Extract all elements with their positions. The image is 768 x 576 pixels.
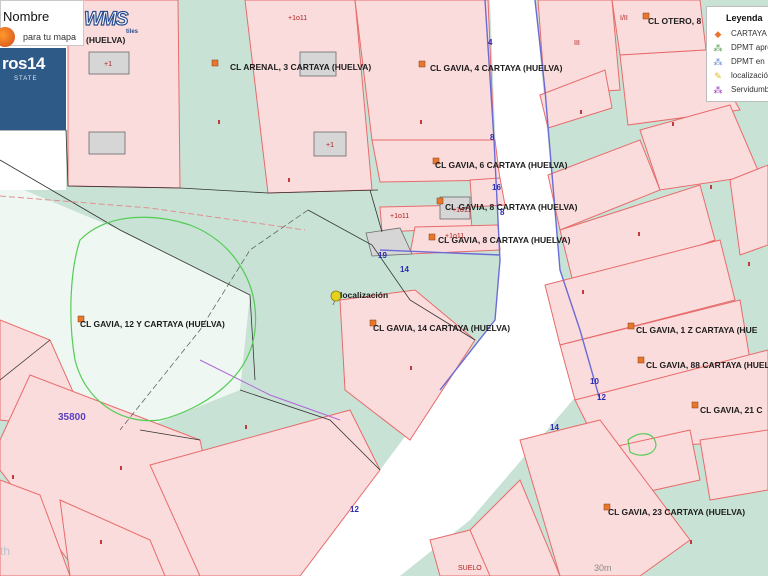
unit-code: III — [574, 40, 580, 47]
legend-item-dpmt-approved[interactable]: ⁂ DPMT apro — [713, 43, 768, 55]
legend-item-cartaya[interactable]: ◆ CARTAYA — [713, 29, 768, 41]
legend-title: Leyenda — [726, 13, 763, 23]
dpmt-approved-icon: ⁂ — [713, 43, 723, 53]
road-number: 10 — [590, 377, 599, 386]
parcel-label: CL ARENAL, 3 CARTAYA (HUELVA) — [230, 62, 371, 72]
legend-label: DPMT en — [731, 57, 765, 66]
parcel-label: CL GAVIA, 1 Z CARTAYA (HUE — [636, 325, 758, 335]
map-name-title[interactable]: Nombre — [3, 9, 49, 24]
road-number: 14 — [400, 265, 409, 274]
cadastral-map[interactable]: CL ARENAL, 3 CARTAYA (HUELVA) CL GAVIA, … — [0, 0, 768, 576]
parcel-label: CL GAVIA, 21 C — [700, 405, 763, 415]
legend-label: CARTAYA — [731, 29, 767, 38]
road-number: 14 — [550, 423, 559, 432]
partner-logo-name: ros14 — [2, 54, 45, 73]
map-watermark: rth — [0, 544, 11, 558]
road-number: 8 — [490, 133, 495, 142]
parcel-label: CL OTERO, 8 — [648, 16, 701, 26]
localization-pin-icon: ✎ — [714, 71, 722, 81]
road-number: 4 — [488, 38, 493, 47]
road-number: 12 — [350, 505, 359, 514]
legend-label: DPMT apro — [731, 43, 768, 52]
legend-item-localization[interactable]: ✎ localizació — [713, 71, 768, 83]
unit-code: +1 — [104, 61, 112, 68]
unit-code: +1o11 — [390, 213, 409, 220]
wms-logo-subtitle: tiles — [125, 29, 138, 35]
legend-panel[interactable]: Leyenda ◆ CARTAYA ⁂ DPMT apro ⁂ DPMT en … — [706, 6, 768, 102]
legend-item-dpmt[interactable]: ⁂ DPMT en — [713, 57, 768, 69]
zone-number: 35800 — [58, 412, 86, 423]
unit-code: I/II — [620, 15, 628, 22]
road-number: 12 — [597, 393, 606, 402]
parcel-label: (HUELVA) — [86, 35, 126, 45]
unit-code: +1o11 — [288, 15, 307, 22]
scale-label: 30m — [594, 563, 612, 573]
parcel-label: CL GAVIA, 4 CARTAYA (HUELVA) — [430, 63, 563, 73]
parcel-label: CL GAVIA, 23 CARTAYA (HUELVA) — [608, 507, 745, 517]
unit-code: SUELO — [458, 565, 482, 572]
easement-icon: ⁂ — [713, 85, 723, 95]
road-number: 16 — [492, 183, 501, 192]
unit-code: +1o11 — [445, 233, 464, 240]
map-name-widget[interactable]: Nombre para tu mapa — [0, 0, 84, 47]
parcel-label: CL GAVIA, 6 CARTAYA (HUELVA) — [435, 160, 568, 170]
dpmt-icon: ⁂ — [713, 57, 723, 67]
sun-icon — [0, 27, 15, 47]
road-number: 8 — [500, 208, 505, 217]
wms-logo: WMS tiles — [83, 8, 140, 35]
partner-logo-subtitle: STATE — [14, 76, 38, 82]
unit-code: +1 — [326, 142, 334, 149]
localization-label: localización — [340, 290, 388, 300]
orange-square-icon: ◆ — [714, 29, 722, 39]
wms-logo-text: WMS — [83, 8, 129, 30]
parcel-label: CL GAVIA, 88 CARTAYA (HUELV — [646, 360, 768, 370]
map-name-hint: para tu mapa — [23, 32, 77, 42]
unit-code: +1o11 — [452, 207, 471, 214]
parcel-label: CL GAVIA, 12 Y CARTAYA (HUELVA) — [80, 319, 225, 329]
legend-label: Servidumb — [731, 85, 768, 94]
parcel-label: CL GAVIA, 14 CARTAYA (HUELVA) — [373, 323, 510, 333]
legend-item-easement[interactable]: ⁂ Servidumb — [713, 85, 768, 97]
legend-label: localizació — [731, 71, 768, 80]
partner-logo: ros14 STATE — [0, 48, 66, 130]
road-number: 19 — [378, 251, 387, 260]
